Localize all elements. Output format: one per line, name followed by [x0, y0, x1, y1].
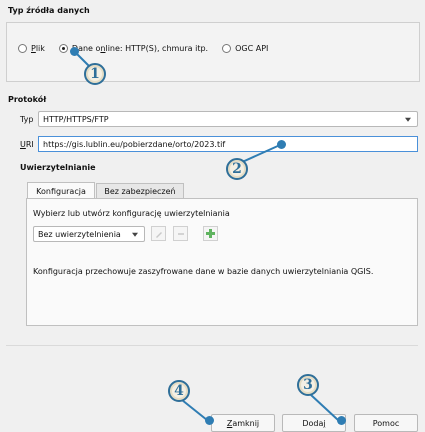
callout-2-dot: [277, 140, 286, 149]
callout-3-marker: 3: [297, 374, 319, 396]
remove-config-button[interactable]: [173, 226, 188, 241]
protocol-type-value: HTTP/HTTPS/FTP: [43, 114, 109, 124]
add-button[interactable]: Doda j: [282, 414, 346, 432]
uri-input[interactable]: https://gis.lublin.eu/pobierzdane/orto/2…: [38, 136, 418, 152]
callout-3-dot: [337, 416, 346, 425]
radio-online-label[interactable]: Dane online: HTTP(S), chmura itp.: [72, 44, 208, 53]
tab-konfiguracja[interactable]: Konfiguracja: [27, 182, 95, 199]
pencil-icon: [155, 231, 162, 238]
uri-label: URI: [20, 140, 34, 149]
help-button[interactable]: Pomoc: [354, 414, 418, 432]
auth-config-select[interactable]: Bez uwierzytelnienia: [33, 226, 145, 242]
auth-config-value: Bez uwierzytelnienia: [38, 229, 121, 239]
protocol-title: Protokół: [8, 95, 47, 104]
auth-prompt: Wybierz lub utwórz konfigurację uwierzyt…: [33, 209, 230, 218]
radio-file[interactable]: [18, 44, 27, 53]
type-label: Typ: [20, 115, 34, 124]
auth-title: Uwierzytelnianie: [20, 163, 96, 172]
callout-2-marker: 2: [226, 158, 248, 180]
protocol-type-select[interactable]: HTTP/HTTPS/FTP: [38, 111, 418, 127]
radio-file-label[interactable]: Plik: [31, 44, 45, 53]
auth-note: Konfiguracja przechowuje zaszyfrowane da…: [33, 267, 374, 276]
edit-config-button[interactable]: [151, 226, 166, 241]
chevron-down-icon: [132, 232, 138, 237]
divider: [6, 345, 418, 346]
plus-icon: [206, 229, 215, 238]
minus-icon: [177, 232, 184, 235]
callout-4-line: [181, 399, 208, 421]
callout-1-dot: [70, 47, 79, 56]
tab-bez-zabezpieczen[interactable]: Bez zabezpieczeń: [96, 183, 184, 199]
callout-1-marker: 1: [84, 63, 106, 85]
uri-value: https://gis.lublin.eu/pobierzdane/orto/2…: [43, 139, 226, 149]
callout-4-dot: [205, 416, 214, 425]
source-type-title: Typ źródła danych: [8, 6, 90, 15]
callout-4-marker: 4: [168, 380, 190, 402]
chevron-down-icon: [405, 117, 411, 122]
radio-ogc-api-label[interactable]: OGC API: [235, 44, 268, 53]
radio-ogc-api[interactable]: [222, 44, 232, 53]
radio-online[interactable]: [58, 44, 68, 53]
add-config-button[interactable]: [203, 226, 218, 241]
close-button[interactable]: Zamknij: [211, 414, 275, 432]
source-type-radios: Plik Dane online: HTTP(S), chmura itp. O…: [18, 44, 282, 53]
